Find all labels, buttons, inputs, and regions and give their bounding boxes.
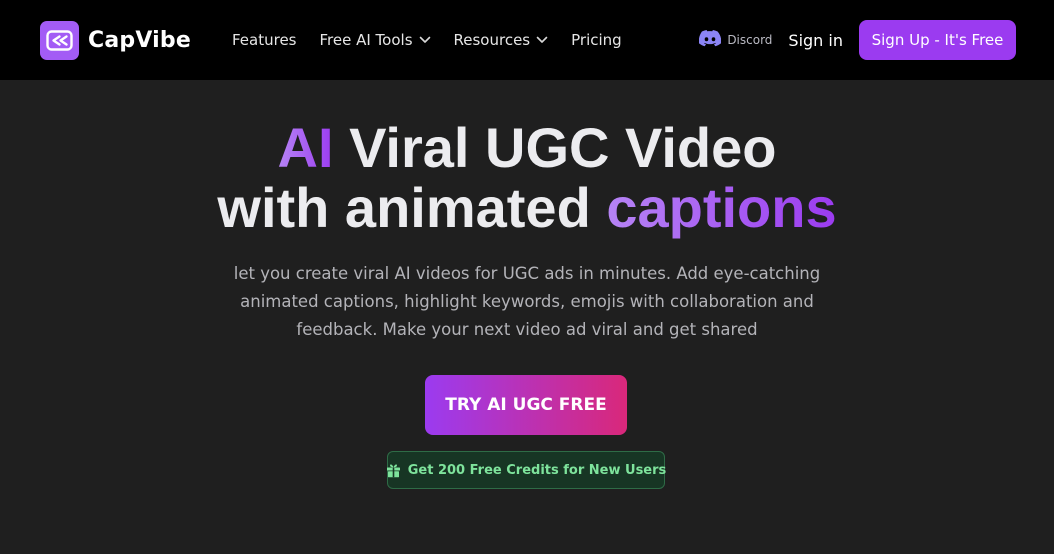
free-credits-badge[interactable]: Get 200 Free Credits for New Users (386, 451, 667, 489)
nav-free-ai-tools[interactable]: Free AI Tools (320, 31, 431, 49)
main-nav: Features Free AI Tools Resources Pricing (232, 0, 645, 80)
hero-title-line-1: AI Viral UGC Video (0, 118, 1054, 178)
nav-resources[interactable]: Resources (454, 31, 549, 49)
nav-free-ai-tools-label: Free AI Tools (319, 31, 413, 49)
hero-title-line-2: with animated captions (0, 178, 1054, 238)
nav-actions: Discord Sign in Sign Up - It's Free (699, 0, 1016, 80)
signup-button[interactable]: Sign Up - It's Free (859, 20, 1016, 60)
hero-title-accent-ai: AI (277, 116, 334, 179)
free-credits-label: Get 200 Free Credits for New Users (407, 462, 667, 478)
gift-icon (386, 463, 401, 478)
brand-name: CapVibe (88, 28, 191, 53)
nav-features[interactable]: Features (232, 31, 297, 49)
hero-section: AI Viral UGC Video with animated caption… (0, 80, 1054, 554)
hero-title: AI Viral UGC Video with animated caption… (0, 118, 1054, 238)
capvibe-logo-icon (40, 21, 79, 60)
nav-features-label: Features (232, 31, 297, 49)
chevron-down-icon (419, 36, 431, 44)
hero-title-line-2-text: with animated (217, 176, 607, 239)
discord-label: Discord (727, 33, 773, 47)
brand-logo[interactable]: CapVibe (40, 21, 191, 60)
try-ai-ugc-button[interactable]: TRY AI UGC FREE (425, 375, 627, 435)
discord-icon (699, 29, 722, 51)
sign-in-link[interactable]: Sign in (788, 31, 843, 50)
hero-title-line-1-text: Viral UGC Video (333, 116, 777, 179)
chevron-down-icon (536, 36, 548, 44)
navbar: CapVibe Features Free AI Tools Resources… (0, 0, 1054, 80)
nav-resources-label: Resources (453, 31, 531, 49)
nav-pricing-label: Pricing (571, 31, 622, 49)
hero-title-accent-captions: captions (606, 176, 837, 239)
hero-description: let you create viral AI videos for UGC a… (233, 264, 821, 339)
nav-pricing[interactable]: Pricing (571, 31, 622, 49)
discord-link[interactable]: Discord (699, 29, 773, 51)
